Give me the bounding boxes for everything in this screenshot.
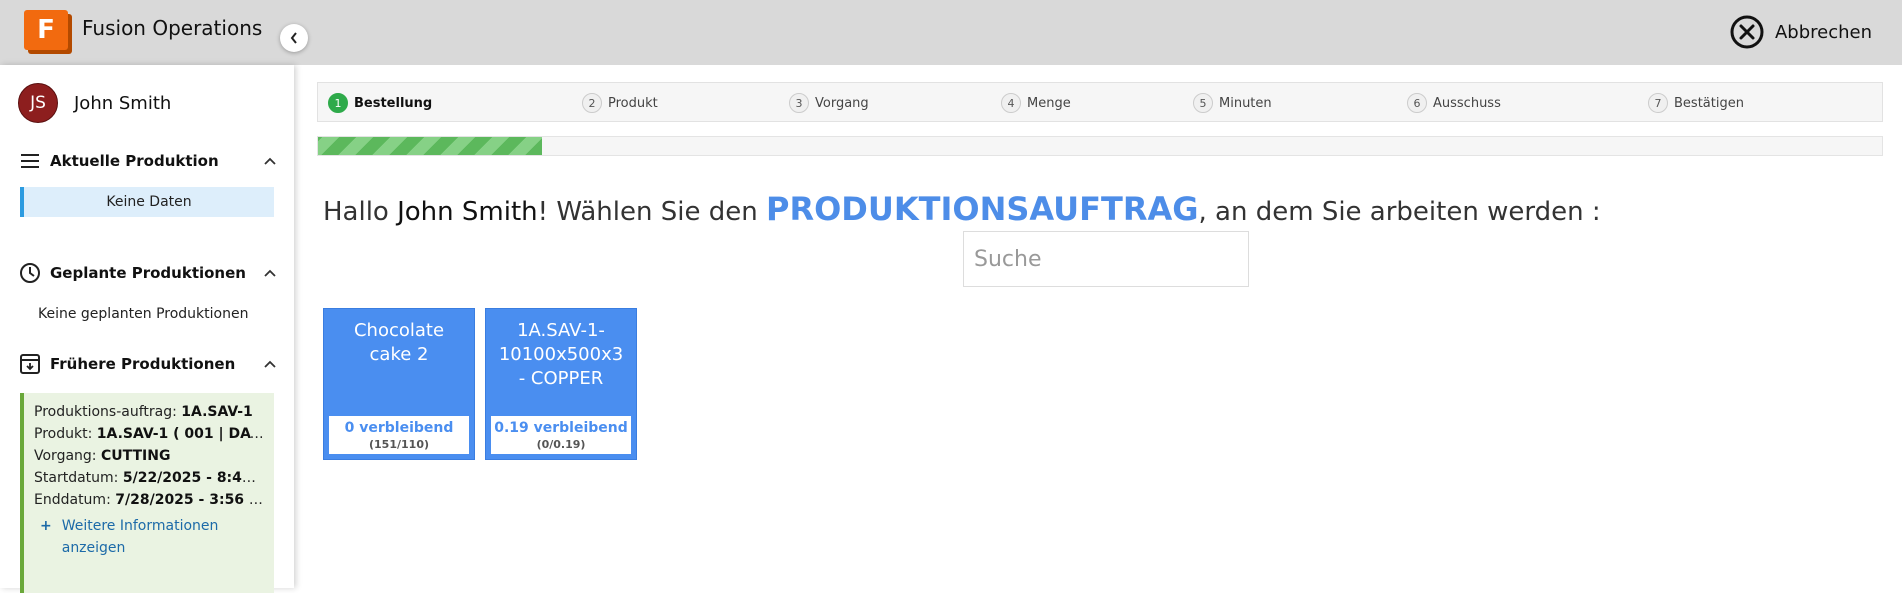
fusion-logo: F bbox=[24, 10, 72, 54]
section-current-production[interactable]: Aktuelle Produktion bbox=[18, 149, 276, 173]
past-production-card[interactable]: Produktions-auftrag: 1A.SAV-1 Produkt: 1… bbox=[20, 393, 274, 593]
progress-bar bbox=[317, 136, 1883, 156]
wizard-stepper: 1 Bestellung 2 Produkt 3 Vorgang 4 Menge… bbox=[317, 82, 1883, 122]
user-profile[interactable]: JS John Smith bbox=[18, 83, 171, 123]
chevron-left-icon bbox=[290, 32, 297, 44]
app-title: Fusion Operations bbox=[82, 16, 263, 40]
order-ratio: (0/0.19) bbox=[536, 438, 586, 451]
plus-icon: + bbox=[40, 518, 52, 534]
progress-fill bbox=[318, 137, 542, 155]
step-quantity[interactable]: 4 Menge bbox=[1001, 93, 1071, 113]
cancel-button[interactable]: Abbrechen bbox=[1729, 14, 1872, 50]
more-info-link[interactable]: + Weitere Informationen anzeigen bbox=[34, 515, 264, 559]
step-scrap[interactable]: 6 Ausschuss bbox=[1407, 93, 1501, 113]
step-product[interactable]: 2 Produkt bbox=[582, 93, 658, 113]
clock-icon bbox=[18, 261, 42, 285]
order-ratio: (151/110) bbox=[369, 438, 429, 451]
order-name: 1A.SAV-1-10100x500x3 - COPPER bbox=[498, 320, 624, 389]
step-order[interactable]: 1 Bestellung bbox=[328, 93, 432, 113]
chevron-up-icon bbox=[264, 266, 276, 281]
step-minutes[interactable]: 5 Minuten bbox=[1193, 93, 1272, 113]
cancel-label: Abbrechen bbox=[1774, 21, 1872, 43]
section-past-productions[interactable]: Frühere Produktionen bbox=[18, 352, 276, 376]
history-operation: Vorgang: CUTTING bbox=[34, 448, 171, 464]
greeting-text: Hallo John Smith! Wählen Sie den PRODUKT… bbox=[323, 190, 1601, 228]
search-input[interactable] bbox=[963, 231, 1249, 287]
history-product: Produkt: 1A.SAV-1 ( 001 | DAY ... bbox=[34, 426, 264, 442]
collapse-sidebar-button[interactable] bbox=[280, 24, 308, 52]
order-tile[interactable]: 1A.SAV-1-10100x500x3 - COPPER 0.19 verbl… bbox=[485, 308, 637, 460]
history-end-date: Enddatum: 7/28/2025 - 3:56 PM bbox=[34, 492, 264, 508]
current-production-empty: Keine Daten bbox=[20, 187, 274, 217]
sidebar: JS John Smith Aktuelle Produktion Keine … bbox=[0, 65, 294, 593]
order-remaining-box: 0.19 verbleibend (0/0.19) bbox=[491, 416, 631, 454]
planned-productions-empty: Keine geplanten Produktionen bbox=[38, 306, 249, 322]
chevron-up-icon bbox=[264, 154, 276, 169]
step-operation[interactable]: 3 Vorgang bbox=[789, 93, 869, 113]
menu-icon bbox=[18, 149, 42, 173]
chevron-up-icon bbox=[264, 357, 276, 372]
close-circle-icon bbox=[1730, 15, 1764, 49]
history-start-date: Startdatum: 5/22/2025 - 8:46 ... bbox=[34, 470, 264, 486]
order-tile[interactable]: Chocolate cake 2 0 verbleibend (151/110) bbox=[323, 308, 475, 460]
history-order: Produktions-auftrag: 1A.SAV-1 bbox=[34, 404, 253, 420]
avatar: JS bbox=[18, 83, 58, 123]
section-planned-productions[interactable]: Geplante Produktionen bbox=[18, 261, 276, 285]
archive-icon bbox=[18, 352, 42, 376]
order-remaining-box: 0 verbleibend (151/110) bbox=[329, 416, 469, 454]
order-remaining: 0 verbleibend bbox=[344, 420, 454, 436]
order-remaining: 0.19 verbleibend bbox=[494, 420, 628, 436]
user-name: John Smith bbox=[74, 92, 172, 114]
order-name: Chocolate cake 2 bbox=[353, 320, 445, 365]
step-confirm[interactable]: 7 Bestätigen bbox=[1648, 93, 1744, 113]
